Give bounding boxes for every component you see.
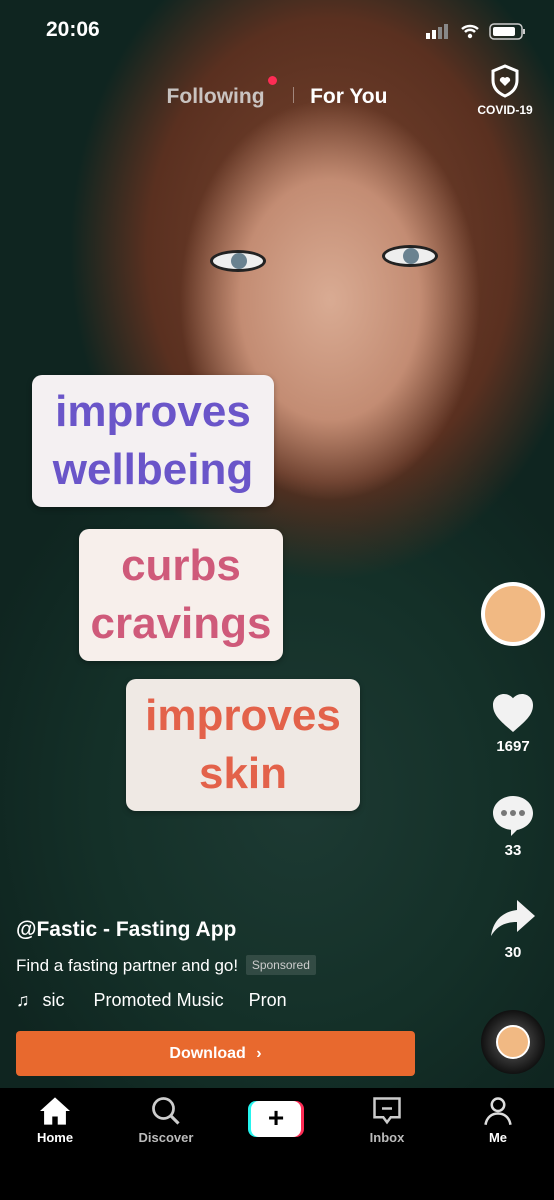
nav-home-label: Home — [36, 1130, 74, 1145]
comment-icon — [493, 796, 533, 836]
music-ticker[interactable]: ♫ sic Promoted Music Pron — [16, 990, 291, 1011]
caption-description: Find a fasting partner and go! — [16, 956, 239, 975]
search-icon — [152, 1097, 180, 1125]
status-time: 20:06 — [46, 18, 100, 41]
feed-tabs: Following For You — [0, 76, 554, 109]
music-text: sic — [42, 990, 65, 1010]
plus-icon: + — [251, 1101, 301, 1137]
music-text: Promoted Music — [93, 990, 224, 1010]
heart-icon — [493, 694, 533, 732]
nav-inbox-label: Inbox — [369, 1130, 405, 1145]
caption-row: Find a fasting partner and go! Sponsored — [16, 955, 316, 976]
chevron-right-icon: › — [256, 1045, 262, 1062]
notification-dot — [268, 76, 278, 85]
music-disc[interactable] — [481, 1010, 545, 1074]
tab-following[interactable]: Following — [167, 85, 265, 108]
comment-count: 33 — [504, 842, 522, 859]
overlay-card-skin: improves skin — [126, 679, 360, 811]
status-icons — [426, 23, 525, 40]
inbox-icon — [373, 1097, 401, 1125]
nav-home[interactable]: Home — [10, 1096, 100, 1145]
nav-inbox[interactable]: Inbox — [342, 1096, 432, 1145]
share-count: 30 — [504, 944, 522, 961]
comment-button[interactable]: 33 — [480, 792, 546, 859]
tab-divider — [293, 87, 295, 103]
caption-username[interactable]: @Fastic - Fasting App — [16, 918, 236, 942]
nav-discover-label: Discover — [138, 1130, 194, 1145]
download-button[interactable]: Download › — [16, 1031, 415, 1076]
download-label: Download — [169, 1045, 246, 1062]
sponsored-badge: Sponsored — [245, 955, 316, 975]
overlay-card-wellbeing: improves wellbeing — [32, 375, 274, 507]
home-icon — [40, 1097, 70, 1125]
like-count: 1697 — [496, 738, 530, 755]
nav-me[interactable]: Me — [453, 1096, 543, 1145]
video-eye — [382, 245, 438, 267]
creator-avatar[interactable] — [481, 582, 545, 646]
covid-label: COVID-19 — [477, 103, 533, 117]
music-note-icon: ♫ — [16, 990, 30, 1010]
video-eye — [210, 250, 266, 272]
tab-for-you[interactable]: For You — [310, 85, 387, 108]
share-button[interactable]: 30 — [480, 898, 546, 961]
nav-discover[interactable]: Discover — [121, 1096, 211, 1145]
shield-heart-icon — [491, 64, 519, 98]
like-button[interactable]: 1697 — [480, 690, 546, 755]
create-button[interactable]: + — [248, 1101, 304, 1137]
music-text: Pron — [248, 990, 287, 1010]
bottom-nav: Home Discover + Inbox Me — [0, 1088, 554, 1200]
profile-icon — [484, 1097, 512, 1126]
overlay-card-cravings: curbs cravings — [79, 529, 283, 661]
covid-button[interactable]: COVID-19 — [472, 64, 538, 117]
share-arrow-icon — [491, 900, 535, 936]
nav-me-label: Me — [488, 1130, 508, 1145]
